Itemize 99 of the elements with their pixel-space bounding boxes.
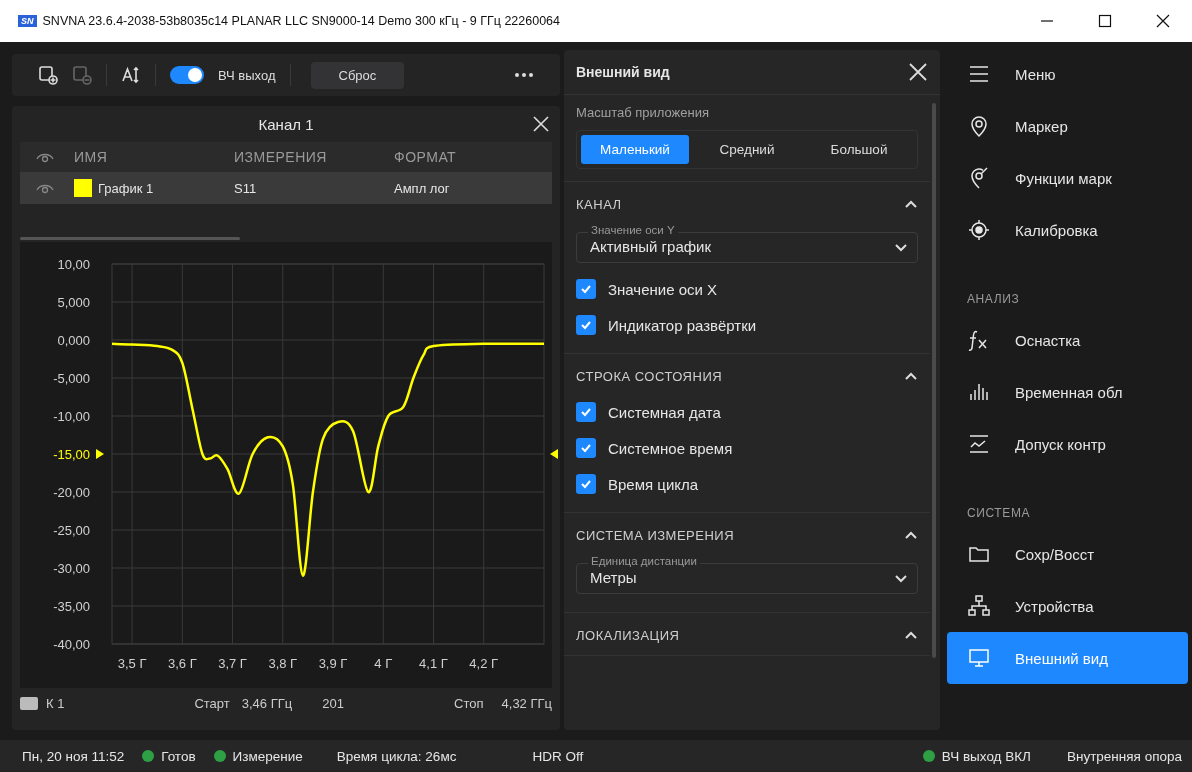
reference-marker-icon[interactable] (550, 449, 558, 459)
panel-title: Внешний вид (576, 64, 670, 80)
start-label: Старт (194, 695, 230, 711)
dropdown-field[interactable]: Единица дистанции Метры (576, 555, 918, 594)
trace-row[interactable]: График 1 S11 Ампл лог (20, 172, 552, 204)
channel-indicator-icon (20, 696, 38, 710)
check-icon (580, 478, 592, 490)
y-tick-label: -10,00 (53, 409, 90, 424)
nav-item[interactable]: Калибровка (947, 204, 1188, 256)
nav-item[interactable]: Меню (947, 48, 1188, 100)
stop-value[interactable]: 4,32 ГГц (501, 695, 552, 711)
y-tick-label: -5,000 (53, 371, 90, 386)
checkbox[interactable] (576, 315, 596, 335)
check-icon (580, 442, 592, 454)
nav-icon (967, 218, 991, 242)
column-header: ИМЯ (74, 149, 109, 165)
status-datetime: Пн, 20 ноя 11:52 (22, 748, 125, 764)
status-text: Готов (161, 748, 196, 764)
section-title: КАНАЛ (576, 196, 622, 212)
section-title: СИСТЕМА ИЗМЕРЕНИЯ (576, 527, 735, 543)
nav-item[interactable]: Оснастка (947, 314, 1188, 366)
reference-level-label: -15,00 (53, 447, 90, 462)
column-header: ИЗМЕРЕНИЯ (234, 149, 328, 165)
y-tick-label: 0,000 (57, 333, 90, 348)
y-tick-label: -35,00 (53, 599, 90, 614)
table-cell-text: S11 (234, 180, 258, 196)
x-tick-label: 3,6 Г (167, 656, 197, 671)
checkbox[interactable] (576, 279, 596, 299)
y-tick-label: -30,00 (53, 561, 90, 576)
eye-icon[interactable] (36, 182, 54, 194)
y-tick-label: 10,00 (57, 257, 90, 272)
more-icon[interactable] (514, 72, 534, 78)
nav-section-header: АНАЛИЗ (966, 291, 1021, 308)
points-value[interactable]: 201 (322, 695, 344, 711)
eye-icon (36, 151, 54, 163)
maximize-icon[interactable] (1098, 14, 1112, 28)
table-cell-text: Ампл лог (394, 180, 451, 196)
x-tick-label: 3,9 Г (318, 656, 348, 671)
checkbox-label: Системная дата (608, 403, 721, 421)
check-icon (580, 406, 592, 418)
nav-icon (967, 594, 991, 618)
checkbox[interactable] (576, 438, 596, 458)
x-tick-label: 4,1 Г (419, 656, 448, 671)
y-tick-label: -20,00 (53, 485, 90, 500)
nav-item[interactable]: Временная обл (947, 366, 1188, 418)
reference-marker-icon[interactable] (96, 449, 104, 459)
dropdown-field[interactable]: Значение оси Y Активный график (576, 224, 918, 263)
add-channel-icon[interactable] (38, 65, 58, 85)
y-tick-label: -25,00 (53, 523, 90, 538)
checkbox-label: Время цикла (608, 475, 699, 493)
y-tick-label: -40,00 (53, 637, 90, 652)
nav-item[interactable]: Допуск контр (947, 418, 1188, 470)
hdr-status: HDR Off (532, 748, 584, 764)
nav-icon (967, 646, 991, 670)
x-tick-label: 3,5 Г (117, 656, 147, 671)
x-tick-label: 3,7 Г (218, 656, 247, 671)
checkbox[interactable] (576, 402, 596, 422)
y-tick-label: 5,000 (57, 295, 90, 310)
nav-item[interactable]: Функции марк (947, 152, 1188, 204)
close-icon[interactable] (1156, 14, 1170, 28)
text-size-icon[interactable] (121, 65, 141, 85)
nav-item[interactable]: Устройства (947, 580, 1188, 632)
column-header: ФОРМАТ (394, 149, 458, 165)
checkbox[interactable] (576, 474, 596, 494)
cycle-time: Время цикла: 26мс (336, 748, 457, 764)
stop-label: Стоп (454, 695, 484, 711)
nav-item[interactable]: Маркер (947, 100, 1188, 152)
checkbox-label: Системное время (608, 439, 733, 457)
nav-section-header: СИСТЕМА (966, 505, 1032, 522)
dropdown-label: Единица дистанции (588, 555, 700, 567)
checkbox-label: Индикатор развёртки (608, 316, 757, 334)
x-tick-label: 3,8 Г (268, 656, 298, 671)
scale-label: Масштаб приложения (576, 105, 710, 120)
check-icon (580, 283, 592, 295)
scale-option[interactable]: Большой (805, 135, 913, 164)
rf-output-toggle[interactable] (170, 66, 204, 84)
reference-status: Внутренняя опора (1066, 748, 1182, 764)
trace-color-swatch[interactable] (74, 179, 92, 197)
nav-item[interactable]: Сохр/Восст (947, 528, 1188, 580)
status-text: ВЧ выход ВКЛ (941, 748, 1031, 764)
rf-output-label: ВЧ выход (218, 67, 276, 83)
reset-button[interactable]: Сброс (310, 61, 405, 89)
x-tick-label: 4,2 Г (469, 656, 499, 671)
dropdown-label: Значение оси Y (588, 224, 678, 236)
start-value[interactable]: 3,46 ГГц (241, 695, 293, 711)
nav-icon (967, 432, 991, 456)
window-title: SNVNA 23.6.4-2038-53b8035c14 PLANAR LLC SN9000-14 Demo 300 кГц - 9 ГГц 22260064 (42, 14, 561, 28)
x-tick-label: 4 Г (374, 656, 393, 671)
table-cell: График 1 (98, 180, 154, 196)
status-text: Измерение (232, 748, 303, 764)
scale-option[interactable]: Средний (693, 135, 801, 164)
app-logo: SN (18, 15, 37, 27)
section-title: ЛОКАЛИЗАЦИЯ (576, 627, 680, 643)
checkbox-label: Значение оси X (608, 280, 718, 298)
channel-label: К 1 (46, 695, 65, 711)
check-icon (580, 319, 592, 331)
remove-channel-icon[interactable] (72, 65, 92, 85)
channel-title: Канал 1 (258, 115, 314, 133)
section-title: СТРОКА СОСТОЯНИЯ (576, 368, 723, 384)
